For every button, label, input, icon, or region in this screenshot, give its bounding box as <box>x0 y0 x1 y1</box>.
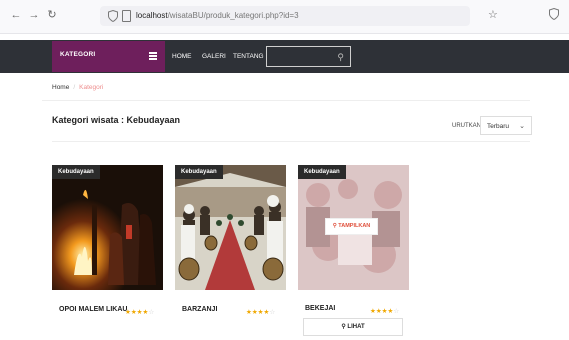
page-icon <box>122 10 131 22</box>
category-label: KATEGORI <box>60 51 96 58</box>
sort-select[interactable]: Terbaru ⌄ <box>480 116 532 135</box>
chevron-down-icon: ⌄ <box>519 123 525 130</box>
category-menu-button[interactable]: KATEGORI <box>52 41 165 72</box>
product-image[interactable] <box>52 165 163 290</box>
category-badge: Kebudayaan <box>52 165 100 179</box>
category-badge: Kebudayaan <box>175 165 223 179</box>
bookmark-star-icon[interactable]: ☆ <box>488 8 498 22</box>
product-name[interactable]: BARZANJI <box>182 306 217 313</box>
view-button[interactable]: ⚲ LIHAT <box>303 318 403 336</box>
browser-toolbar: ← → ↻ localhost/wisataBU/produk_kategori… <box>0 0 569 34</box>
shield-icon[interactable] <box>549 8 559 20</box>
breadcrumb-separator: / <box>73 84 76 91</box>
search-icon: ⚲ <box>332 223 337 229</box>
menu-icon <box>149 52 157 60</box>
product-card[interactable]: Kebudayaan OPOI MALEM LIKAU ★★★★☆ <box>52 165 163 339</box>
page-title: Kategori wisata : Kebudayaan <box>52 115 181 125</box>
rating-stars: ★★★★☆ <box>246 309 276 316</box>
fire-ritual-image <box>52 165 163 290</box>
search-icon[interactable]: ⚲ <box>337 52 344 62</box>
product-card[interactable]: ⚲ TAMPILKAN Kebudayaan BEKEJAI ★★★★☆ ⚲ L… <box>298 165 409 339</box>
breadcrumb-current: Kategori <box>79 84 104 91</box>
search-icon: ⚲ <box>341 324 346 330</box>
shield-icon <box>108 10 118 22</box>
category-badge: Kebudayaan <box>298 165 346 179</box>
nav-link-home[interactable]: HOME <box>172 53 192 60</box>
rating-stars: ★★★★☆ <box>370 308 400 315</box>
address-bar[interactable]: localhost/wisataBU/produk_kategori.php?i… <box>100 6 470 26</box>
product-card[interactable]: Kebudayaan BARZANJI ★★★★☆ <box>175 165 286 339</box>
url-text: localhost/wisataBU/produk_kategori.php?i… <box>136 11 299 20</box>
divider <box>52 141 530 142</box>
product-image[interactable]: ⚲ TAMPILKAN <box>298 165 409 290</box>
breadcrumb: Home / Kategori <box>52 84 103 91</box>
barzanji-image <box>175 165 286 290</box>
product-image[interactable] <box>175 165 286 290</box>
product-name[interactable]: OPOI MALEM LIKAU <box>59 306 127 313</box>
show-button[interactable]: ⚲ TAMPILKAN <box>325 218 378 235</box>
breadcrumb-home[interactable]: Home <box>52 84 69 91</box>
sort-value: Terbaru <box>487 123 510 130</box>
view-button-label: LIHAT <box>347 324 365 330</box>
divider <box>42 100 530 101</box>
show-button-label: TAMPILKAN <box>338 223 371 229</box>
product-name[interactable]: BEKEJAI <box>305 305 335 312</box>
back-arrow-icon[interactable]: ← <box>9 8 23 22</box>
nav-link-tentang[interactable]: TENTANG <box>233 53 264 60</box>
rating-stars: ★★★★☆ <box>125 309 155 316</box>
nav-link-galeri[interactable]: GALERI <box>202 53 226 60</box>
reload-icon[interactable]: ↻ <box>45 8 59 22</box>
forward-arrow-icon[interactable]: → <box>27 8 41 22</box>
search-input[interactable]: ⚲ <box>266 46 351 67</box>
